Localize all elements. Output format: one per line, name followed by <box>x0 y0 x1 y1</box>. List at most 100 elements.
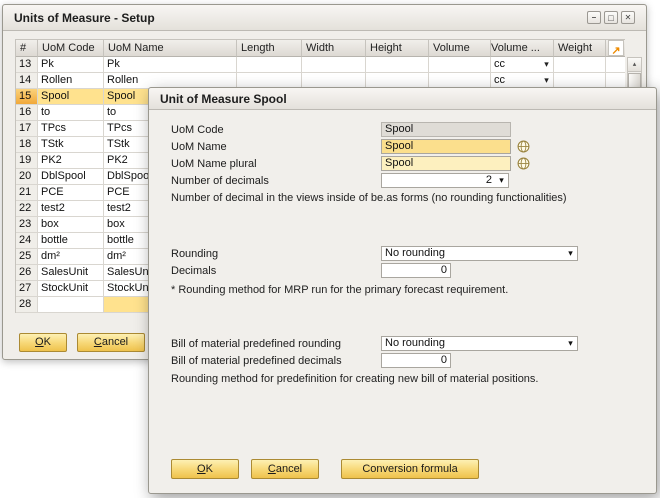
volume-uom-dropdown[interactable]: cc <box>491 73 553 88</box>
scroll-up-icon[interactable] <box>628 58 641 72</box>
bom-decimals-label: Bill of material predefined decimals <box>171 355 381 367</box>
row-number-cell[interactable]: 27 <box>16 281 38 297</box>
translate-icon[interactable] <box>517 140 530 153</box>
col-header-weight[interactable]: Weight <box>554 39 606 57</box>
col-header-length[interactable]: Length <box>237 39 302 57</box>
col-header-volume-uom[interactable]: Volume ... <box>491 39 554 57</box>
row-number-cell[interactable]: 20 <box>16 169 38 185</box>
rounding-select[interactable]: No rounding <box>381 246 578 261</box>
translate-icon[interactable] <box>517 157 530 170</box>
close-icon <box>625 13 632 22</box>
dialog-ok-button[interactable]: OK <box>171 459 239 479</box>
row-number-cell[interactable]: 13 <box>16 57 38 73</box>
uom-code-cell[interactable]: Pk <box>38 57 104 73</box>
row-number-cell[interactable]: 14 <box>16 73 38 89</box>
row-number-cell[interactable]: 17 <box>16 121 38 137</box>
row-number-cell[interactable]: 16 <box>16 105 38 121</box>
decimals-label: Decimals <box>171 265 381 277</box>
rounding-label: Rounding <box>171 248 381 260</box>
number-of-decimals-label: Number of decimals <box>171 175 381 187</box>
combo-arrow-icon[interactable] <box>495 174 508 187</box>
number-of-decimals-select[interactable]: 2 <box>381 173 509 188</box>
combo-arrow-icon[interactable] <box>564 337 577 350</box>
restore-icon <box>608 13 613 23</box>
uom-code-cell[interactable]: PK2 <box>38 153 104 169</box>
close-button[interactable] <box>621 11 635 24</box>
combo-arrow-icon[interactable] <box>564 247 577 260</box>
volume-cell[interactable] <box>429 57 491 73</box>
expand-grid-icon[interactable] <box>608 40 624 56</box>
uom-code-cell[interactable]: dm² <box>38 249 104 265</box>
uom-code-cell[interactable] <box>38 297 104 313</box>
table-header: # UoM Code UoM Name Length Width Height … <box>16 39 625 57</box>
row-number-cell[interactable]: 15 <box>16 89 38 105</box>
weight-cell[interactable] <box>554 57 606 73</box>
dialog-cancel-button[interactable]: Cancel <box>251 459 319 479</box>
bom-decimals-input[interactable]: 0 <box>381 353 451 368</box>
col-header-volume[interactable]: Volume <box>429 39 491 57</box>
restore-button[interactable] <box>604 11 618 24</box>
bom-rounding-select[interactable]: No rounding <box>381 336 578 351</box>
uom-code-cell[interactable]: PCE <box>38 185 104 201</box>
cancel-button[interactable]: Cancel <box>77 333 145 352</box>
dropdown-arrow-icon[interactable] <box>540 57 553 72</box>
uom-code-cell[interactable]: SalesUnit <box>38 265 104 281</box>
row-number-cell[interactable]: 18 <box>16 137 38 153</box>
decimals-input[interactable]: 0 <box>381 263 451 278</box>
bom-rounding-value: No rounding <box>382 337 564 350</box>
uom-code-cell[interactable]: Spool <box>38 89 104 105</box>
row-number-cell[interactable]: 22 <box>16 201 38 217</box>
main-window-title: Units of Measure - Setup <box>14 11 155 25</box>
minimize-button[interactable] <box>587 11 601 24</box>
width-cell[interactable] <box>302 57 366 73</box>
length-cell[interactable] <box>237 57 302 73</box>
row-number-cell[interactable]: 23 <box>16 217 38 233</box>
col-header-uom-code[interactable]: UoM Code <box>38 39 104 57</box>
conversion-formula-button[interactable]: Conversion formula <box>341 459 479 479</box>
volume-uom-dropdown[interactable]: cc <box>491 57 553 72</box>
dialog-title: Unit of Measure Spool <box>160 92 287 106</box>
uom-name-plural-input[interactable]: Spool <box>381 156 511 171</box>
uom-code-cell[interactable]: bottle <box>38 233 104 249</box>
row-number-cell[interactable]: 25 <box>16 249 38 265</box>
window-controls <box>587 11 635 24</box>
uom-code-cell[interactable]: DblSpool <box>38 169 104 185</box>
uom-code-cell[interactable]: to <box>38 105 104 121</box>
volume-uom-value: cc <box>491 57 540 72</box>
uom-name-input[interactable]: Spool <box>381 139 511 154</box>
uom-code-cell[interactable]: Rollen <box>38 73 104 89</box>
col-header-uom-name[interactable]: UoM Name <box>104 39 237 57</box>
row-number-cell[interactable]: 26 <box>16 265 38 281</box>
row-number-cell[interactable]: 19 <box>16 153 38 169</box>
uom-code-cell[interactable]: TPcs <box>38 121 104 137</box>
row-number-cell[interactable]: 24 <box>16 233 38 249</box>
uom-code-cell[interactable]: StockUnit <box>38 281 104 297</box>
uom-code-cell[interactable]: TStk <box>38 137 104 153</box>
bom-rounding-label: Bill of material predefined rounding <box>171 338 381 350</box>
row-number-cell[interactable]: 21 <box>16 185 38 201</box>
col-header-number[interactable]: # <box>16 39 38 57</box>
row-number-cell[interactable]: 28 <box>16 297 38 313</box>
main-titlebar[interactable]: Units of Measure - Setup <box>3 5 646 31</box>
uom-name-cell[interactable]: Pk <box>104 57 237 73</box>
dialog-titlebar[interactable]: Unit of Measure Spool <box>149 88 656 110</box>
volume-uom-value: cc <box>491 73 540 88</box>
volume-uom-cell[interactable]: cc <box>491 57 554 73</box>
col-header-height[interactable]: Height <box>366 39 429 57</box>
dropdown-arrow-icon[interactable] <box>540 73 553 88</box>
col-header-width[interactable]: Width <box>302 39 366 57</box>
uom-code-cell[interactable]: test2 <box>38 201 104 217</box>
ok-button[interactable]: OK <box>19 333 67 352</box>
table-row[interactable]: 13 Pk Pk cc <box>16 57 625 73</box>
rounding-value: No rounding <box>382 247 564 260</box>
uom-code-cell[interactable]: box <box>38 217 104 233</box>
uom-code-label: UoM Code <box>171 124 381 136</box>
bom-note: Rounding method for predefinition for cr… <box>171 373 642 385</box>
rounding-note: * Rounding method for MRP run for the pr… <box>171 284 642 296</box>
decimals-note: Number of decimal in the views inside of… <box>171 192 642 204</box>
desktop: Units of Measure - Setup # UoM Code UoM … <box>0 0 660 498</box>
minimize-icon <box>592 13 596 22</box>
height-cell[interactable] <box>366 57 429 73</box>
uom-code-field: Spool <box>381 122 511 137</box>
filler-cell <box>606 57 625 73</box>
